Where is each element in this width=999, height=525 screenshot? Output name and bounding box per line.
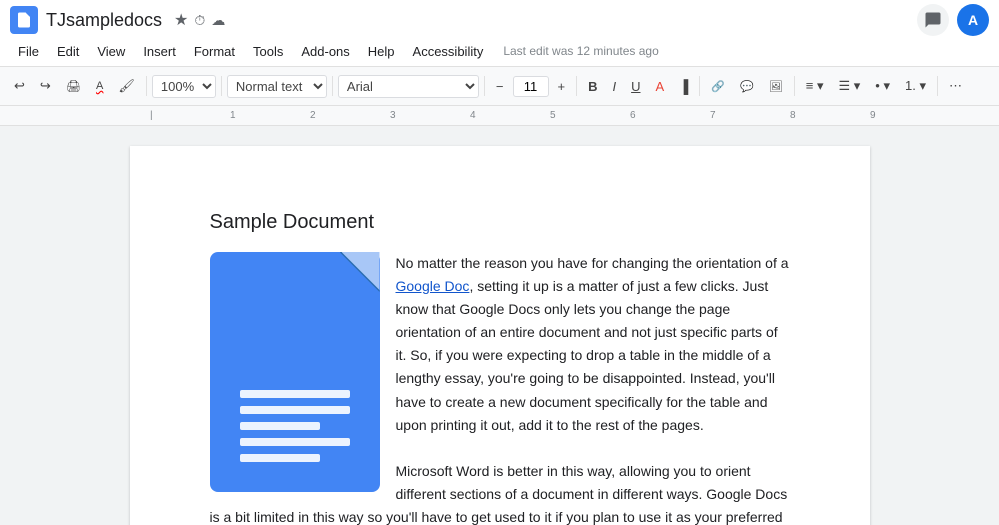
undo-button[interactable]: ↩ <box>8 74 31 98</box>
menu-format[interactable]: Format <box>186 41 243 62</box>
doc-line-2 <box>240 406 350 414</box>
menu-addons[interactable]: Add-ons <box>293 41 357 62</box>
doc-icon-graphic <box>210 252 380 492</box>
star-icon[interactable]: ★ <box>174 10 188 30</box>
image-button[interactable]: 🖼 <box>763 76 789 97</box>
last-edit-status: Last edit was 12 minutes ago <box>503 44 658 58</box>
print-button[interactable]: 🖨 <box>60 75 87 97</box>
menu-file[interactable]: File <box>10 41 47 62</box>
ruler: | 1 2 3 4 5 6 7 8 9 <box>0 106 999 126</box>
history-icon[interactable]: ⏱ <box>194 12 205 29</box>
menu-help[interactable]: Help <box>360 41 403 62</box>
underline-button[interactable]: U <box>625 75 646 98</box>
ruler-mark-5: 5 <box>550 110 556 121</box>
style-select[interactable]: Normal text Title Heading 1 Heading 2 He… <box>227 75 327 98</box>
line-spacing-button[interactable]: ☰ ▾ <box>833 74 867 98</box>
font-size-input[interactable] <box>513 76 549 97</box>
separator-3 <box>332 76 333 96</box>
ruler-mark-2: 2 <box>310 110 316 121</box>
user-avatar[interactable]: A <box>957 4 989 36</box>
menu-view[interactable]: View <box>89 41 133 62</box>
google-doc-link[interactable]: Google Doc <box>396 278 470 294</box>
ruler-mark-7: 7 <box>710 110 716 121</box>
ruler-mark-1: 1 <box>230 110 236 121</box>
para1-end: , setting it up is a matter of just a fe… <box>396 278 778 433</box>
italic-button[interactable]: I <box>606 75 622 98</box>
comments-button[interactable] <box>917 4 949 36</box>
link-button[interactable]: 🔗 <box>705 76 731 97</box>
doc-line-3 <box>240 422 320 430</box>
doc-icon-lines <box>240 390 350 462</box>
ruler-mark-4: 4 <box>470 110 476 121</box>
text-color-button[interactable]: A <box>650 75 671 98</box>
separator-5 <box>576 76 577 96</box>
font-size-increase[interactable]: + <box>552 75 572 98</box>
more-button[interactable]: ⋯ <box>943 74 968 98</box>
title-bar: TJsampledocs ★ ⏱ ☁ A <box>0 0 999 36</box>
highlight-button[interactable]: ▐ <box>673 75 694 98</box>
app-icon[interactable] <box>10 6 38 34</box>
menu-accessibility[interactable]: Accessibility <box>405 41 492 62</box>
title-icon-group: ★ ⏱ ☁ <box>174 10 225 30</box>
align-button[interactable]: ≡ ▾ <box>800 74 830 98</box>
spellcheck-button[interactable]: A <box>90 76 109 96</box>
doc-line-4 <box>240 438 350 446</box>
font-size-decrease[interactable]: − <box>490 75 510 98</box>
separator-2 <box>221 76 222 96</box>
separator-4 <box>484 76 485 96</box>
list-button[interactable]: • ▾ <box>869 74 896 98</box>
doc-line-1 <box>240 390 350 398</box>
cloud-icon[interactable]: ☁ <box>211 12 225 29</box>
document-page: Sample Document No matter the reason you… <box>130 146 870 525</box>
ruler-mark-3: 3 <box>390 110 396 121</box>
google-doc-image <box>210 252 380 492</box>
bold-button[interactable]: B <box>582 75 603 98</box>
toolbar: ↩ ↪ 🖨 A 🖌 100% 75% 125% 150% Normal text… <box>0 66 999 106</box>
doc-line-5 <box>240 454 320 462</box>
ruler-inner: | 1 2 3 4 5 6 7 8 9 <box>150 106 999 125</box>
title-right: A <box>917 4 989 36</box>
menu-edit[interactable]: Edit <box>49 41 87 62</box>
ruler-mark-6: 6 <box>630 110 636 121</box>
comment-button[interactable]: 💬 <box>734 76 760 97</box>
font-select[interactable]: Arial Times New Roman Courier New Georgi… <box>338 75 479 98</box>
separator-1 <box>146 76 147 96</box>
menu-tools[interactable]: Tools <box>245 41 291 62</box>
menu-insert[interactable]: Insert <box>135 41 184 62</box>
separator-8 <box>937 76 938 96</box>
separator-6 <box>699 76 700 96</box>
document-title: TJsampledocs <box>46 10 162 31</box>
document-body: No matter the reason you have for changi… <box>210 252 790 525</box>
menu-bar: File Edit View Insert Format Tools Add-o… <box>0 36 999 66</box>
separator-7 <box>794 76 795 96</box>
ruler-mark-0: | <box>150 110 153 121</box>
numlist-button[interactable]: 1. ▾ <box>899 74 932 98</box>
ruler-mark-9: 9 <box>870 110 876 121</box>
document-area: Sample Document No matter the reason you… <box>0 126 999 525</box>
zoom-select[interactable]: 100% 75% 125% 150% <box>152 75 216 98</box>
ruler-mark-8: 8 <box>790 110 796 121</box>
para1-start: No matter the reason you have for changi… <box>396 255 789 271</box>
document-heading[interactable]: Sample Document <box>210 206 790 238</box>
redo-button[interactable]: ↪ <box>34 74 57 98</box>
paintformat-button[interactable]: 🖌 <box>112 74 141 98</box>
